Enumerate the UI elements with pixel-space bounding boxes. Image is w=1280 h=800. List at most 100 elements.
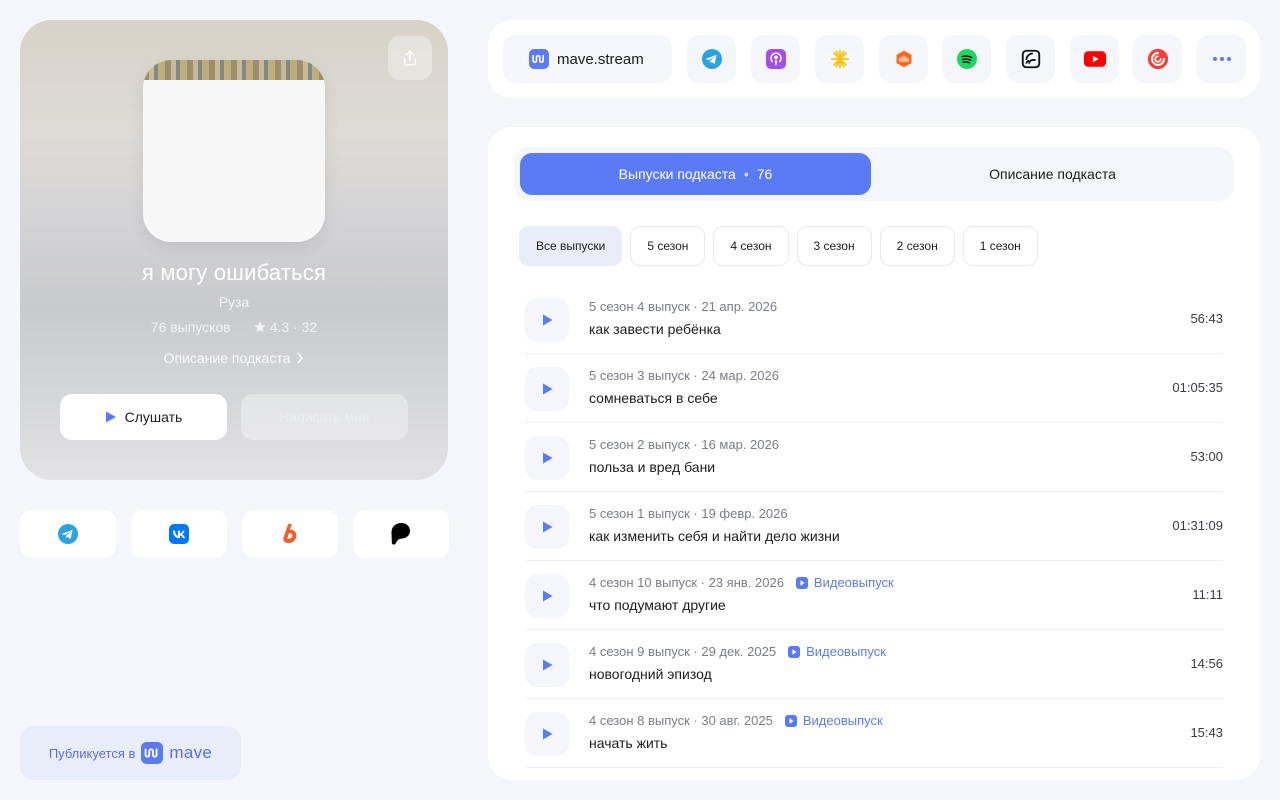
platform-spotify-button[interactable] xyxy=(942,35,991,83)
tab-episodes-label: Выпуски подкаста xyxy=(618,166,736,182)
episode-title[interactable]: как завести ребёнка xyxy=(589,321,721,337)
episode-row[interactable]: 5 сезон 1 выпуск · 19 февр. 2026 как изм… xyxy=(525,492,1223,561)
platform-telegram-button[interactable] xyxy=(687,35,736,83)
platform-castbox-button[interactable] xyxy=(1006,35,1055,83)
video-episode-badge: Видеовыпуск xyxy=(795,575,894,590)
more-icon xyxy=(1212,57,1231,61)
chevron-right-icon xyxy=(297,352,304,364)
episode-duration: 01:05:35 xyxy=(1172,380,1223,395)
episode-meta: 5 сезон 4 выпуск · 21 апр. 2026 xyxy=(589,299,777,314)
share-button[interactable] xyxy=(388,36,432,80)
episode-play-button[interactable] xyxy=(525,643,569,687)
tab-description[interactable]: Описание подкаста xyxy=(877,153,1228,195)
episode-season-date: 5 сезон 2 выпуск · 16 мар. 2026 xyxy=(589,437,779,452)
platform-pocket-casts-button[interactable] xyxy=(1133,35,1182,83)
author-socials xyxy=(20,510,449,558)
castbox-icon xyxy=(1021,49,1040,69)
youtube-icon xyxy=(1083,51,1106,67)
filter-season-3[interactable]: 3 сезон xyxy=(796,226,872,266)
social-patreon-button[interactable] xyxy=(353,510,449,558)
video-episode-label: Видеовыпуск xyxy=(806,644,886,659)
filter-all-episodes[interactable]: Все выпуски xyxy=(519,226,623,266)
mave-logo-word: mave xyxy=(169,743,213,762)
mave-logo-icon xyxy=(529,49,549,69)
episode-play-button[interactable] xyxy=(525,574,569,618)
episode-season-date: 4 сезон 10 выпуск · 23 янв. 2026 xyxy=(589,575,784,590)
boosty-icon xyxy=(283,524,297,544)
social-vk-button[interactable] xyxy=(131,510,227,558)
social-boosty-button[interactable] xyxy=(242,510,338,558)
video-icon xyxy=(795,576,808,589)
episode-play-button[interactable] xyxy=(525,505,569,549)
episode-title[interactable]: новогодний эпизод xyxy=(589,666,712,682)
platform-apple-podcasts-button[interactable] xyxy=(751,35,800,83)
episode-meta: 5 сезон 2 выпуск · 16 мар. 2026 xyxy=(589,437,779,452)
episodes-count: 76 выпусков xyxy=(150,319,231,335)
social-telegram-button[interactable] xyxy=(20,510,116,558)
description-link-label: Описание подкаста xyxy=(163,350,291,366)
podcast-description-link[interactable]: Описание подкаста xyxy=(20,350,448,366)
podcast-tabs: Выпуски подкаста • 76 Описание подкаста xyxy=(514,147,1234,201)
filter-season-1[interactable]: 1 сезон xyxy=(962,226,1038,266)
mave-stream-label: mave.stream xyxy=(557,50,644,68)
platform-yandex-music-button[interactable] xyxy=(815,35,864,83)
season-filters: Все выпуски 5 сезон 4 сезон 3 сезон 2 се… xyxy=(519,226,1038,266)
episode-duration: 56:43 xyxy=(1190,311,1223,326)
episode-title[interactable]: сомневаться в себе xyxy=(589,390,718,406)
episode-meta: 5 сезон 1 выпуск · 19 февр. 2026 xyxy=(589,506,788,521)
episode-title[interactable]: начать жить xyxy=(589,735,667,751)
more-platforms-button[interactable] xyxy=(1197,35,1246,83)
video-episode-label: Видеовыпуск xyxy=(813,575,894,590)
episode-season-date: 5 сезон 3 выпуск · 24 мар. 2026 xyxy=(589,368,779,383)
episode-play-button[interactable] xyxy=(525,436,569,480)
rating-value: 4.3 · 32 xyxy=(269,319,318,335)
rating: 4.3 · 32 xyxy=(253,319,317,335)
podcast-hero-card: я могу ошибаться Руза 76 выпусков 4.3 · … xyxy=(20,20,448,480)
episode-play-button[interactable] xyxy=(525,298,569,342)
listen-button[interactable]: Слушать xyxy=(60,394,227,440)
episode-row[interactable]: 5 сезон 3 выпуск · 24 мар. 2026 сомневат… xyxy=(525,354,1223,423)
episode-duration: 14:56 xyxy=(1190,656,1223,671)
podcast-author: Руза xyxy=(218,294,250,310)
video-episode-label: Видеовыпуск xyxy=(802,713,883,728)
episode-season-date: 5 сезон 4 выпуск · 21 апр. 2026 xyxy=(589,299,778,314)
episode-duration: 15:43 xyxy=(1190,725,1223,740)
episode-duration: 53:00 xyxy=(1190,449,1223,464)
episode-row[interactable]: 4 сезон 9 выпуск · 29 дек. 2025 Видеовып… xyxy=(525,630,1223,699)
play-icon xyxy=(542,314,552,326)
platform-soundcloud-button[interactable] xyxy=(879,35,928,83)
podcast-title: я могу ошибаться xyxy=(141,260,327,285)
patreon-icon xyxy=(391,523,410,545)
episode-play-button[interactable] xyxy=(525,712,569,756)
published-on-mave[interactable]: Публикуется в mave xyxy=(20,726,241,780)
tab-episodes-count: 76 xyxy=(756,166,773,182)
filter-season-5[interactable]: 5 сезон xyxy=(630,226,706,266)
play-icon xyxy=(542,521,552,533)
soundcloud-icon xyxy=(896,50,911,68)
episode-title[interactable]: как изменить себя и найти дело жизни xyxy=(589,528,840,544)
vk-icon xyxy=(169,524,189,544)
filter-season-2[interactable]: 2 сезон xyxy=(879,226,955,266)
spotify-icon xyxy=(956,49,977,69)
video-episode-badge: Видеовыпуск xyxy=(784,713,883,728)
filter-season-4[interactable]: 4 сезон xyxy=(713,226,789,266)
play-icon xyxy=(542,728,552,740)
yandex-music-icon xyxy=(830,49,849,69)
episode-duration: 01:31:09 xyxy=(1172,518,1223,533)
episode-row[interactable]: 5 сезон 4 выпуск · 21 апр. 2026 как заве… xyxy=(525,285,1223,354)
episode-title[interactable]: польза и вред бани xyxy=(589,459,715,475)
episode-season-date: 5 сезон 1 выпуск · 19 февр. 2026 xyxy=(589,506,788,521)
episode-row[interactable]: 4 сезон 10 выпуск · 23 янв. 2026 Видеовы… xyxy=(525,561,1223,630)
episode-play-button[interactable] xyxy=(525,367,569,411)
mave-stream-button[interactable]: mave.stream xyxy=(503,35,672,83)
episode-meta: 4 сезон 10 выпуск · 23 янв. 2026 Видеовы… xyxy=(589,575,894,590)
podcast-cover xyxy=(143,60,325,242)
episode-title[interactable]: что подумают другие xyxy=(589,597,726,613)
episode-row[interactable]: 5 сезон 2 выпуск · 16 мар. 2026 польза и… xyxy=(525,423,1223,492)
video-icon xyxy=(784,714,797,727)
episode-meta: 4 сезон 9 выпуск · 29 дек. 2025 Видеовып… xyxy=(589,644,886,659)
episode-row[interactable]: 4 сезон 8 выпуск · 30 авг. 2025 Видеовып… xyxy=(525,699,1223,768)
platform-youtube-button[interactable] xyxy=(1070,35,1119,83)
tab-episodes[interactable]: Выпуски подкаста • 76 xyxy=(520,153,871,195)
write-me-button[interactable]: Написать мне xyxy=(241,394,408,440)
